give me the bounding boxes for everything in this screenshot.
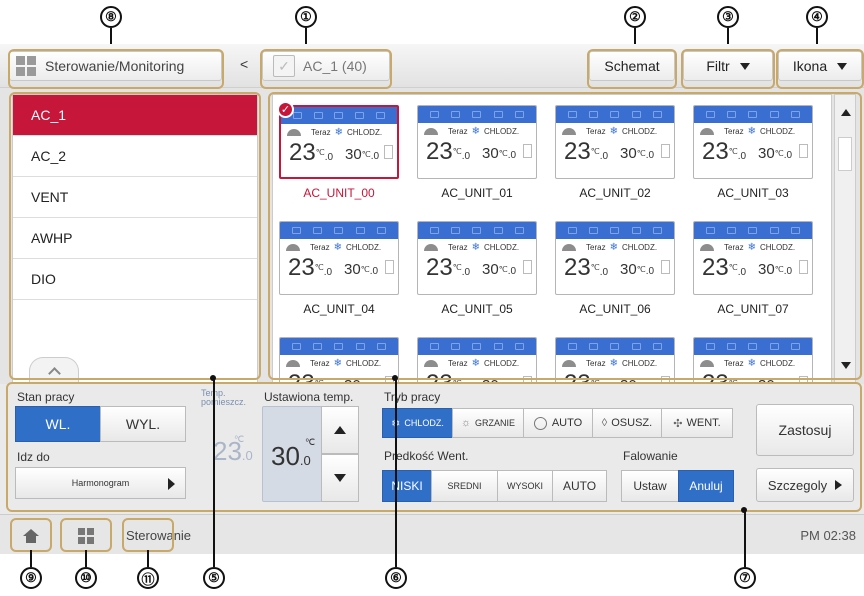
highlight-filtr [681,49,775,89]
callout-11: ⑪ [137,567,159,589]
highlight-dashboard [60,518,112,552]
callout-7: ⑦ [734,567,756,589]
callout-6: ⑥ [385,567,407,589]
clock: PM 02:38 [800,528,856,543]
callout-10: ⑩ [75,567,97,589]
callout-9: ⑨ [20,567,42,589]
callout-2: ② [624,6,646,28]
highlight-schemat [587,49,677,89]
back-button[interactable]: < [240,56,248,72]
callout-5: ⑤ [203,567,225,589]
highlight-breadcrumb [122,518,174,552]
highlight-sidebar [9,92,261,380]
callout-1: ① [295,6,317,28]
highlight-home [10,518,52,552]
highlight-control [6,382,862,512]
callout-8: ⑧ [100,6,122,28]
highlight-grid [268,92,862,380]
highlight-ikona [776,49,864,89]
highlight-group-selector [260,49,392,89]
callout-4: ④ [806,6,828,28]
highlight-menu [8,49,224,89]
callout-3: ③ [717,6,739,28]
